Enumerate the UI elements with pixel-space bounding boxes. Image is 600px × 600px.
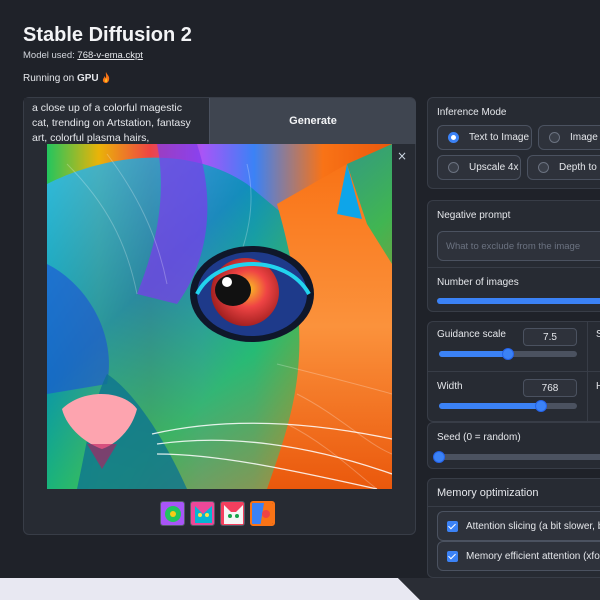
memory-panel: Memory optimization Attention slicing (a…: [427, 478, 600, 578]
row-divider: [428, 371, 600, 372]
column-divider: [587, 322, 588, 423]
seed-slider[interactable]: [433, 451, 600, 463]
radio-label: Text to Image: [469, 132, 530, 143]
radio-unselected-icon: [538, 162, 549, 173]
slider-knob[interactable]: [502, 348, 514, 360]
generate-button[interactable]: Generate: [209, 98, 416, 144]
bottom-decoration: [0, 578, 600, 600]
inference-mode-panel: Inference Mode Text to Image Image to Up…: [427, 97, 600, 189]
slider-knob[interactable]: [433, 451, 445, 463]
guidance-value-input[interactable]: 7.5: [523, 328, 577, 346]
app-window: Stable Diffusion 2 Model used: 768-v-ema…: [0, 0, 600, 600]
page-title: Stable Diffusion 2: [23, 24, 192, 46]
thumbnail-1[interactable]: [160, 501, 185, 526]
model-prefix: Model used:: [23, 50, 78, 61]
radio-upscale[interactable]: Upscale 4x: [437, 155, 521, 180]
thumbnail-3[interactable]: [220, 501, 245, 526]
divider: [428, 267, 600, 268]
close-icon[interactable]: ×: [396, 150, 408, 162]
checkbox-label: Memory efficient attention (xfor: [466, 550, 600, 562]
model-info: Model used: 768-v-ema.ckpt: [23, 50, 143, 61]
gpu-name: GPU: [76, 73, 99, 84]
radio-depth-to-image[interactable]: Depth to Im: [527, 155, 600, 180]
inference-mode-label: Inference Mode: [437, 107, 507, 118]
negative-prompt-label: Negative prompt: [437, 210, 511, 221]
gpu-info: Running on GPU: [23, 72, 110, 84]
checkbox-label: Attention slicing (a bit slower, bu: [466, 520, 600, 532]
slider-fill: [439, 351, 508, 357]
radio-label: Depth to Im: [559, 162, 600, 173]
width-value-input[interactable]: 768: [523, 379, 577, 397]
thumbnail-2[interactable]: [190, 501, 215, 526]
slider-knob[interactable]: [535, 400, 548, 412]
radio-text-to-image[interactable]: Text to Image: [437, 125, 532, 150]
radio-label: Image to: [570, 132, 600, 143]
memory-label: Memory optimization: [437, 487, 539, 499]
settings-panel-top: Negative prompt What to exclude from the…: [427, 200, 600, 312]
width-slider[interactable]: [439, 400, 577, 412]
output-panel: a close up of a colorful magestic cat, t…: [23, 97, 416, 535]
cat-artwork: [47, 144, 392, 489]
width-label: Width: [437, 381, 463, 392]
attention-slicing-checkbox[interactable]: Attention slicing (a bit slower, bu: [437, 511, 600, 541]
model-link[interactable]: 768-v-ema.ckpt: [77, 50, 142, 61]
slider-fill: [439, 403, 542, 409]
radio-unselected-icon: [549, 132, 560, 143]
height-label-partial: H: [596, 381, 600, 392]
negative-prompt-input[interactable]: What to exclude from the image: [437, 231, 600, 261]
num-images-slider[interactable]: [437, 298, 600, 304]
num-images-label: Number of images: [437, 277, 519, 288]
thumbnail-strip: [160, 501, 275, 527]
checkbox-checked-icon: [447, 550, 458, 562]
checkbox-checked-icon: [447, 520, 458, 532]
settings-panel-sliders: Guidance scale 7.5 S Width 768 H: [427, 321, 600, 423]
radio-image-to-image[interactable]: Image to: [538, 125, 600, 150]
slider-fill: [437, 298, 600, 304]
gpu-prefix: Running on: [23, 73, 77, 84]
steps-label-partial: S: [596, 329, 600, 340]
guidance-slider[interactable]: [439, 348, 577, 360]
prompt-input[interactable]: a close up of a colorful magestic cat, t…: [24, 98, 209, 144]
memory-efficient-checkbox[interactable]: Memory efficient attention (xfor: [437, 541, 600, 571]
seed-panel: Seed (0 = random): [427, 422, 600, 469]
radio-selected-icon: [448, 132, 459, 143]
divider: [428, 506, 600, 507]
guidance-label: Guidance scale: [437, 329, 506, 340]
seed-label: Seed (0 = random): [437, 432, 521, 443]
fire-icon: [102, 72, 109, 83]
radio-label: Upscale 4x: [469, 162, 519, 173]
thumbnail-4-selected[interactable]: [250, 501, 275, 526]
radio-unselected-icon: [448, 162, 459, 173]
generated-image[interactable]: [47, 144, 392, 489]
